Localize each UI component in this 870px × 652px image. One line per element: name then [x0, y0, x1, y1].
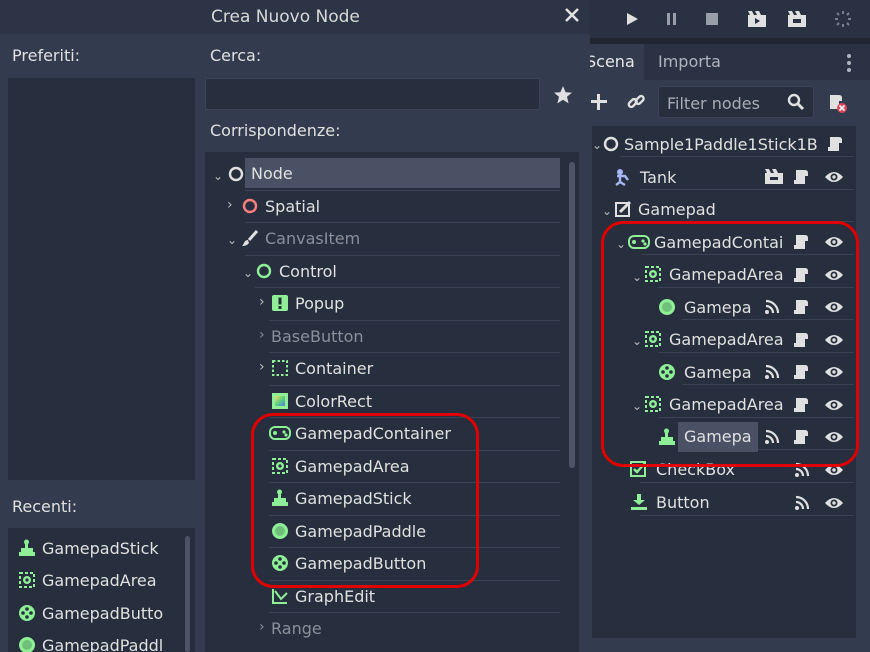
recent-list[interactable]: GamepadStick GamepadArea GamepadButto Ga… — [8, 528, 195, 652]
search-label: Cerca: — [210, 46, 262, 65]
match-item-label: Node — [251, 163, 293, 183]
search-icon — [787, 93, 805, 111]
match-item-spatial[interactable]: Spatial — [241, 191, 560, 221]
favorites-label: Preferiti: — [12, 46, 81, 65]
recent-item[interactable]: GamepadPaddl — [18, 630, 163, 652]
editor-toolbar — [590, 0, 870, 38]
visibility-eye-icon[interactable] — [824, 169, 844, 189]
recent-item[interactable]: GamepadStick — [18, 533, 159, 563]
expand-chevron-icon[interactable]: › — [259, 619, 265, 635]
recent-item[interactable]: GamepadButto — [18, 598, 163, 628]
gamepad-area-icon — [18, 571, 36, 589]
recent-item-label: GamepadButto — [42, 603, 164, 623]
collapse-chevron-icon[interactable]: ⌄ — [602, 205, 612, 217]
match-item-label: GraphEdit — [295, 586, 376, 606]
clear-script-icon[interactable] — [826, 92, 848, 114]
scene-node-gamepad[interactable]: Gamepad — [614, 194, 854, 224]
more-menu-icon[interactable] — [846, 53, 852, 73]
play-icon[interactable] — [622, 9, 642, 29]
control-node-icon — [255, 262, 273, 280]
scene-node-tank[interactable]: Tank — [614, 162, 854, 192]
graphedit-node-icon — [271, 587, 289, 605]
match-item-label: BaseButton — [271, 326, 364, 346]
recent-item-label: GamepadStick — [42, 538, 159, 558]
colorrect-node-icon — [271, 392, 289, 410]
popup-node-icon — [271, 294, 289, 312]
add-node-icon[interactable] — [590, 93, 608, 111]
create-node-dialog: Crea Nuovo Node Preferiti: Recenti: Game… — [0, 0, 590, 652]
gamepad-button-icon — [18, 604, 36, 622]
scene-node-root[interactable]: Sample1Paddle1Stick1B — [602, 129, 852, 159]
play-scene-icon[interactable] — [747, 9, 767, 29]
match-item-popup[interactable]: Popup — [271, 288, 560, 318]
match-item-label: ColorRect — [295, 391, 373, 411]
collapse-chevron-icon[interactable]: ⌄ — [227, 234, 237, 246]
match-item-label: Popup — [295, 293, 345, 313]
tab-import[interactable]: Importa — [650, 44, 730, 80]
collapse-chevron-icon[interactable]: ⌄ — [213, 170, 223, 182]
link-icon[interactable] — [626, 93, 646, 111]
recent-item[interactable]: GamepadArea — [18, 565, 157, 595]
node-circle-icon — [227, 165, 245, 183]
match-item-label: Container — [295, 358, 374, 378]
favorite-star-icon[interactable] — [553, 85, 573, 105]
match-item-colorrect[interactable]: ColorRect — [271, 386, 560, 416]
instance-scene-icon[interactable] — [764, 169, 784, 189]
match-item-label: Range — [271, 618, 322, 638]
scene-node-label: Sample1Paddle1Stick1B — [624, 134, 818, 154]
recent-label: Recenti: — [12, 497, 78, 516]
recent-item-label: GamepadPaddl — [42, 635, 164, 652]
loading-spinner-icon — [833, 9, 853, 29]
match-item-label: Control — [279, 261, 337, 281]
container-node-icon — [271, 359, 289, 377]
scene-node-label: Button — [656, 492, 710, 512]
match-item-basebutton[interactable]: BaseButton — [271, 321, 560, 351]
match-item-node[interactable]: Node — [245, 158, 560, 188]
signals-icon[interactable] — [794, 495, 810, 515]
matches-scrollbar[interactable] — [569, 162, 575, 468]
match-item-control[interactable]: Control — [255, 256, 560, 286]
node-circle-icon — [602, 135, 620, 153]
scene-node-label: Tank — [640, 167, 677, 187]
match-item-label: CanvasItem — [265, 228, 361, 248]
favorites-list[interactable] — [8, 78, 195, 480]
recent-item-label: GamepadArea — [42, 570, 157, 590]
expand-chevron-icon[interactable]: › — [227, 197, 233, 213]
expand-chevron-icon[interactable]: › — [259, 294, 265, 310]
collapse-chevron-icon[interactable]: ⌄ — [592, 139, 602, 151]
close-icon[interactable] — [564, 7, 580, 23]
annotation-highlight — [601, 221, 859, 467]
recent-scrollbar[interactable] — [185, 536, 190, 652]
pause-icon[interactable] — [662, 9, 682, 29]
brush-icon — [241, 229, 259, 247]
expand-chevron-icon[interactable]: › — [259, 359, 265, 375]
scene-tabs: Scena Importa — [578, 44, 870, 80]
visibility-eye-icon[interactable] — [824, 495, 844, 515]
matches-label: Corrispondenze: — [210, 121, 341, 140]
match-item-container[interactable]: Container — [271, 353, 560, 383]
dialog-title: Crea Nuovo Node — [211, 7, 360, 27]
collapse-chevron-icon[interactable]: ⌄ — [243, 267, 253, 279]
gamepad-stick-icon — [18, 539, 36, 557]
annotation-highlight — [251, 413, 479, 588]
tank-node-icon — [614, 168, 632, 187]
match-item-range[interactable]: Range — [271, 613, 560, 643]
expand-chevron-icon[interactable]: › — [259, 327, 265, 343]
stop-icon[interactable] — [702, 9, 722, 29]
match-item-canvasitem[interactable]: CanvasItem — [241, 223, 560, 253]
script-icon[interactable] — [828, 135, 844, 157]
play-custom-scene-icon[interactable] — [787, 9, 807, 29]
search-input[interactable] — [212, 83, 532, 105]
scene-node-label: Gamepad — [638, 199, 716, 219]
match-item-label: Spatial — [265, 196, 321, 216]
filter-nodes-field[interactable] — [658, 86, 814, 118]
gamepad-paddle-icon — [18, 636, 36, 652]
script-icon[interactable] — [794, 168, 810, 190]
filter-nodes-input[interactable] — [667, 92, 779, 114]
button-node-icon — [630, 493, 648, 511]
spatial-node-icon — [241, 197, 259, 215]
scene-node-button[interactable]: Button — [630, 487, 780, 517]
search-field[interactable] — [205, 78, 540, 110]
gamepad-node-icon — [614, 200, 632, 218]
